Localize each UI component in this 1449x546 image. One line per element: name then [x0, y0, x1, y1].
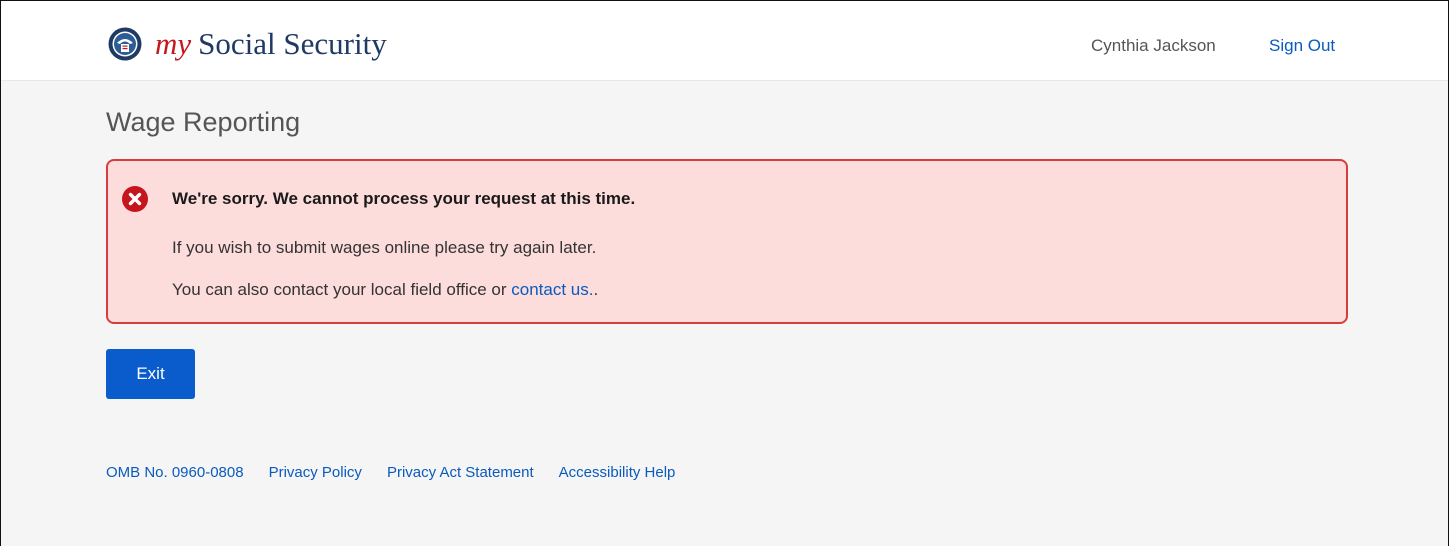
- site-header: my Social Security Cynthia Jackson Sign O…: [1, 1, 1448, 81]
- alert-message-contact: You can also contact your local field of…: [172, 279, 598, 301]
- alert-contact-suffix: .: [593, 280, 599, 299]
- site-footer: OMB No. 0960-0808 Privacy Policy Privacy…: [106, 463, 675, 483]
- page-title: Wage Reporting: [106, 107, 301, 137]
- brand-name: Social Security: [198, 26, 387, 61]
- accessibility-help-link[interactable]: Accessibility Help: [559, 463, 676, 483]
- alert-heading: We're sorry. We cannot process your requ…: [172, 189, 636, 208]
- contact-us-link[interactable]: contact us.: [511, 280, 593, 299]
- brand-prefix: my: [155, 26, 192, 61]
- privacy-act-statement-link[interactable]: Privacy Act Statement: [387, 463, 534, 483]
- sign-out-link[interactable]: Sign Out: [1269, 35, 1335, 57]
- alert-contact-prefix: You can also contact your local field of…: [172, 280, 512, 299]
- brand-wordmark: my Social Security: [155, 25, 387, 63]
- error-circle-x-icon: [122, 186, 148, 212]
- ssa-seal-logo: [108, 27, 142, 61]
- omb-number-link[interactable]: OMB No. 0960-0808: [106, 463, 244, 483]
- home-logo-link[interactable]: my Social Security: [108, 25, 387, 63]
- exit-button[interactable]: Exit: [106, 349, 195, 399]
- user-name: Cynthia Jackson: [1091, 36, 1216, 55]
- alert-message-retry: If you wish to submit wages online pleas…: [172, 238, 597, 257]
- error-alert: We're sorry. We cannot process your requ…: [106, 159, 1348, 324]
- privacy-policy-link[interactable]: Privacy Policy: [269, 463, 362, 483]
